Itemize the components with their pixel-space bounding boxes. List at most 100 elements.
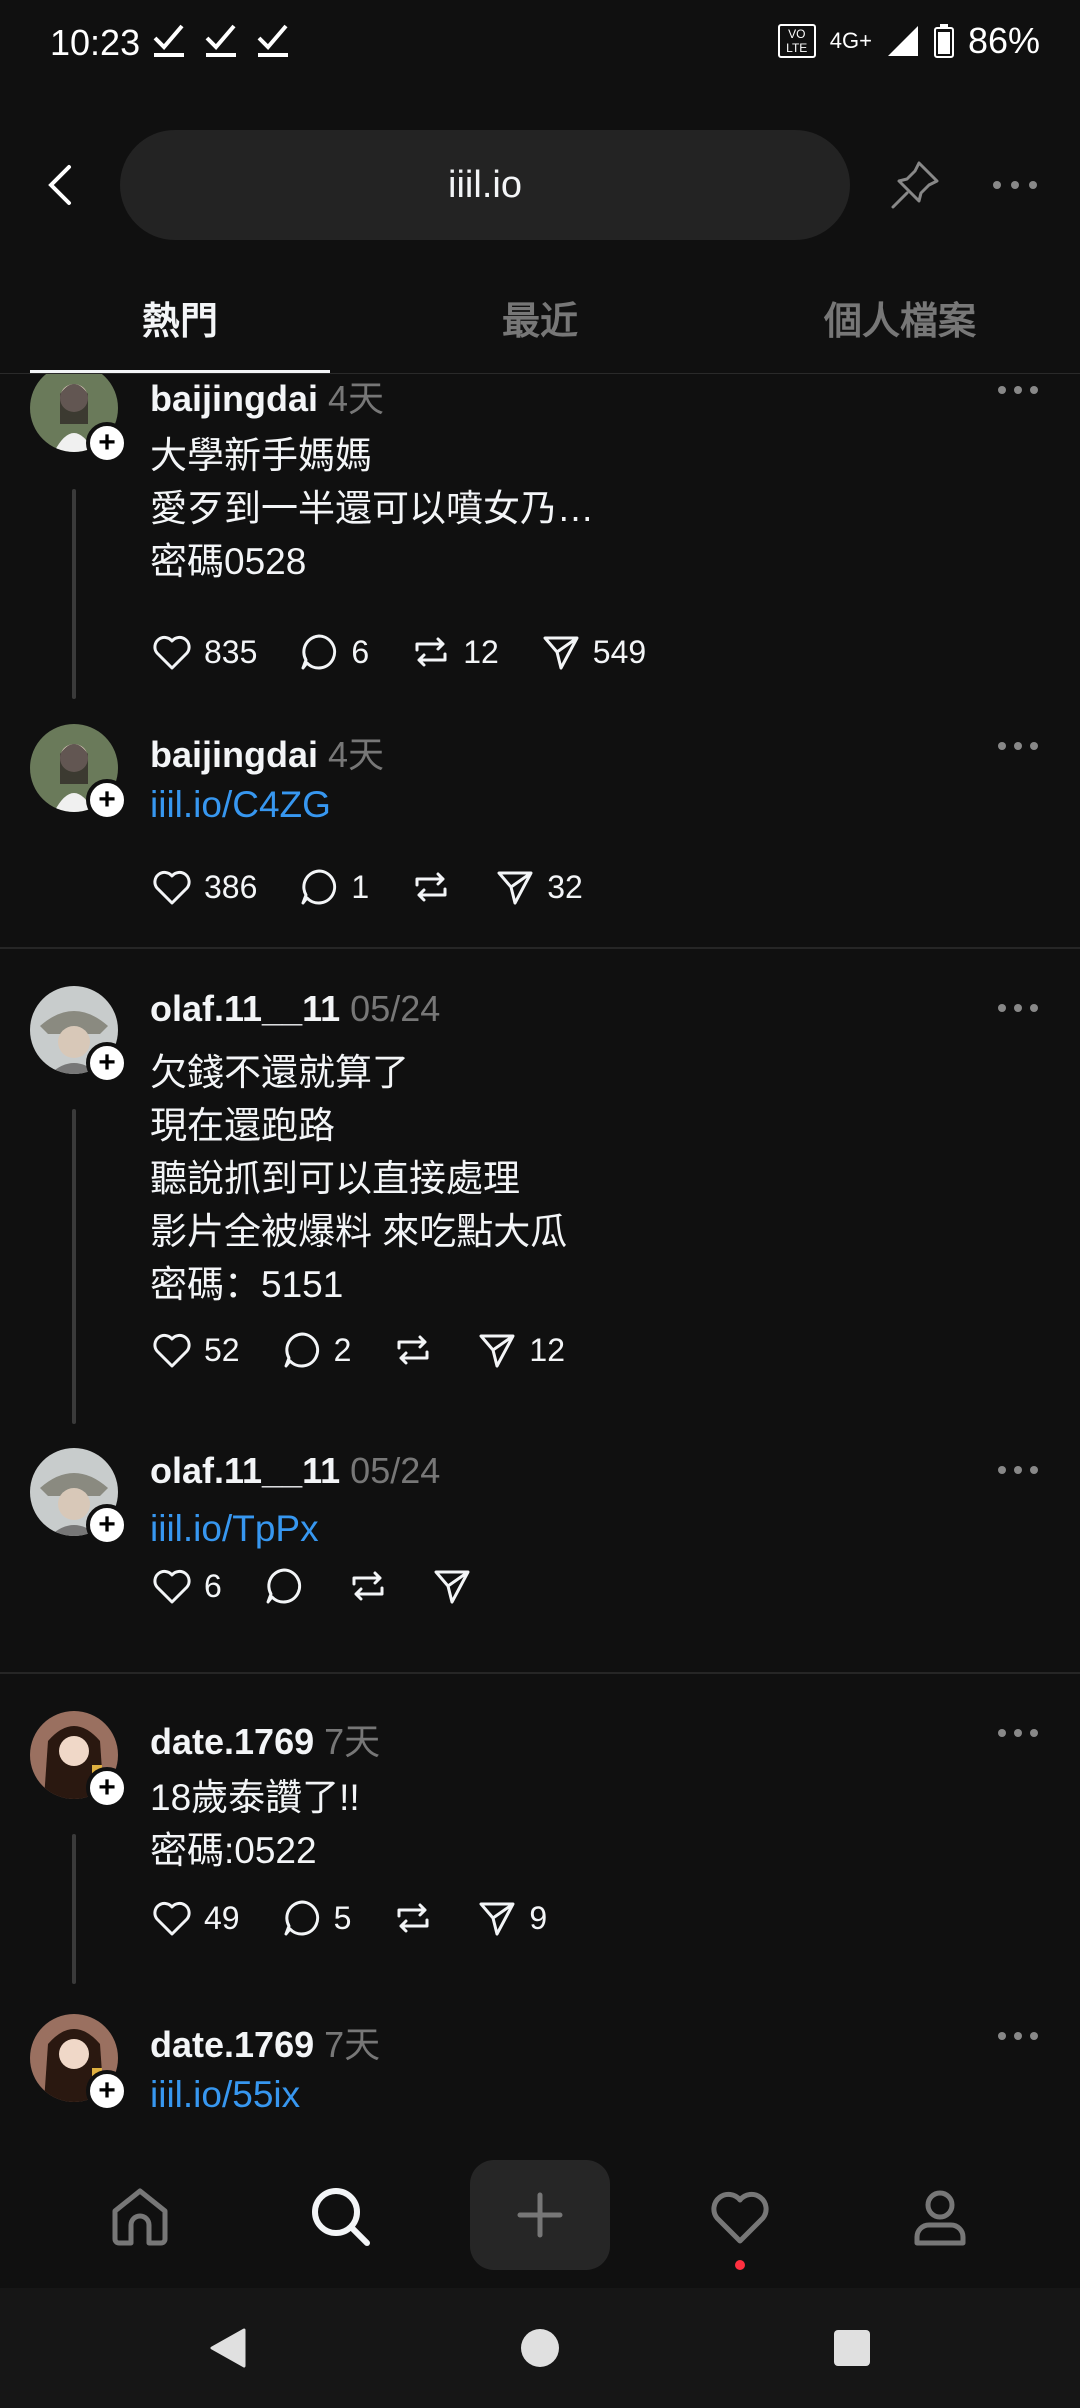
like-button[interactable]: 6	[150, 1564, 222, 1608]
repost-button[interactable]	[346, 1564, 390, 1608]
tab-hot[interactable]: 熱門	[30, 290, 330, 360]
system-home-button[interactable]	[515, 2323, 565, 2373]
back-button[interactable]	[38, 150, 82, 220]
comment-count: 2	[333, 1331, 352, 1368]
thread-line	[72, 489, 76, 699]
share-button[interactable]	[430, 1564, 474, 1608]
activity-heart-icon	[711, 2191, 769, 2244]
post-actions: 386 1 32	[150, 864, 623, 910]
post-time: 4天	[328, 734, 385, 775]
repost-button[interactable]: 12	[409, 630, 499, 674]
pin-button[interactable]	[885, 155, 945, 215]
post-more-icon[interactable]	[996, 1723, 1040, 1743]
send-icon	[497, 871, 533, 905]
username[interactable]: date.1769	[150, 1721, 314, 1762]
like-button[interactable]: 835	[150, 630, 257, 674]
check-icon	[205, 24, 236, 57]
follow-plus-icon[interactable]: +	[86, 1042, 128, 1084]
username[interactable]: baijingdai	[150, 734, 318, 775]
like-count: 835	[204, 633, 258, 670]
like-button[interactable]: 386	[150, 865, 257, 909]
like-button[interactable]: 52	[150, 1328, 240, 1372]
comment-button[interactable]	[262, 1564, 306, 1608]
share-button[interactable]: 549	[539, 630, 646, 674]
nav-activity[interactable]	[700, 2176, 780, 2256]
feed[interactable]: + baijingdai 4天 大學新手媽媽 愛歹到一半還可以噴女乃… 密碼052…	[0, 374, 1080, 2146]
username[interactable]: olaf.11__11	[150, 988, 340, 1029]
divider	[0, 1672, 1080, 1674]
follow-plus-icon[interactable]: +	[86, 1504, 128, 1546]
username[interactable]: date.1769	[150, 2024, 314, 2065]
comment-button[interactable]: 5	[280, 1896, 352, 1940]
comment-count: 5	[333, 1899, 352, 1936]
nav-home[interactable]	[100, 2176, 180, 2256]
share-count: 549	[592, 633, 647, 670]
system-recents-button[interactable]	[827, 2323, 877, 2373]
thread-line	[72, 1834, 76, 1984]
repost-button[interactable]	[391, 1328, 435, 1372]
plus-icon	[517, 2192, 563, 2238]
comment-button[interactable]: 1	[297, 865, 369, 909]
more-options-button[interactable]	[985, 160, 1045, 210]
follow-plus-icon[interactable]: +	[86, 422, 128, 464]
post-more-icon[interactable]	[996, 2026, 1040, 2046]
notification-dot	[735, 2260, 745, 2270]
post-actions: 49 5 9	[150, 1895, 587, 1941]
circle-home-icon	[521, 2329, 559, 2367]
comment-count: 6	[351, 633, 370, 670]
square-recents-icon	[834, 2330, 870, 2366]
heart-icon	[153, 1333, 191, 1368]
post-header: olaf.11__11 05/24	[150, 1450, 440, 1492]
check-icon	[153, 24, 184, 57]
follow-plus-icon[interactable]: +	[86, 1767, 128, 1809]
post-more-icon[interactable]	[996, 1460, 1040, 1480]
nav-profile[interactable]	[900, 2176, 980, 2256]
comment-button[interactable]: 6	[297, 630, 369, 674]
like-count: 49	[204, 1899, 240, 1936]
pin-icon	[891, 161, 939, 209]
check-icon	[257, 24, 288, 57]
chevron-left-icon	[48, 165, 71, 205]
repost-button[interactable]	[409, 865, 453, 909]
send-icon	[479, 1334, 515, 1368]
post-more-icon[interactable]	[996, 998, 1040, 1018]
nav-new-post[interactable]	[470, 2160, 610, 2270]
post-time: 4天	[328, 378, 385, 419]
heart-icon	[153, 1901, 191, 1936]
comment-button[interactable]: 2	[280, 1328, 352, 1372]
post-header: olaf.11__11 05/24	[150, 988, 440, 1030]
share-count: 32	[547, 868, 583, 905]
post-link[interactable]: iiil.io/55ix	[150, 2074, 300, 2116]
share-button[interactable]: 9	[475, 1896, 547, 1940]
username[interactable]: olaf.11__11	[150, 1450, 340, 1491]
repost-icon	[397, 1335, 429, 1365]
comment-icon	[266, 1568, 301, 1604]
follow-plus-icon[interactable]: +	[86, 2070, 128, 2112]
like-count: 6	[204, 1567, 222, 1604]
username[interactable]: baijingdai	[150, 378, 318, 419]
post-link[interactable]: iiil.io/TpPx	[150, 1508, 319, 1550]
share-button[interactable]: 12	[475, 1328, 565, 1372]
heart-icon	[153, 635, 191, 670]
send-icon	[543, 636, 579, 670]
tab-profile[interactable]: 個人檔案	[750, 290, 1050, 360]
follow-plus-icon[interactable]: +	[86, 779, 128, 821]
tab-recent[interactable]: 最近	[390, 290, 690, 360]
like-button[interactable]: 49	[150, 1896, 240, 1940]
post-link[interactable]: iiil.io/C4ZG	[150, 784, 331, 826]
repost-icon	[397, 1903, 429, 1933]
url-bar[interactable]: iiil.io	[120, 130, 850, 240]
system-back-button[interactable]	[203, 2323, 253, 2373]
battery-icon	[933, 24, 954, 58]
status-time: 10:23	[50, 22, 141, 63]
share-count: 12	[529, 1331, 565, 1368]
share-button[interactable]: 32	[493, 865, 583, 909]
post-more-icon[interactable]	[996, 380, 1040, 400]
post-time: 05/24	[350, 988, 441, 1029]
url-text: iiil.io	[448, 163, 522, 206]
post-actions: 52 2 12	[150, 1327, 605, 1373]
nav-search[interactable]	[300, 2176, 380, 2256]
repost-button[interactable]	[391, 1896, 435, 1940]
post-more-icon[interactable]	[996, 736, 1040, 756]
home-icon	[112, 2188, 168, 2246]
